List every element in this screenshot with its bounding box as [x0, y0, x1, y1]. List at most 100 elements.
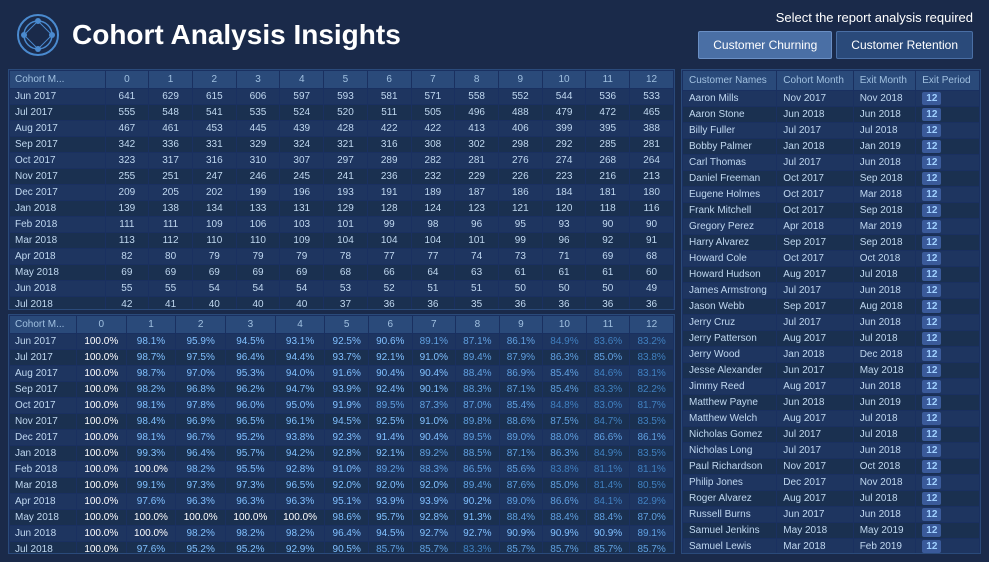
cohort-count-cell: 323 — [105, 153, 149, 169]
customer-col-header: Exit Month — [853, 71, 916, 91]
cohort-count-cell: 226 — [498, 169, 542, 185]
pct-value-cell: 98.2% — [126, 381, 176, 397]
cohort-count-cell: 55 — [149, 281, 193, 297]
cohort-count-cell: 52 — [367, 281, 411, 297]
cohort-count-cell: 113 — [105, 233, 149, 249]
cohort-count-cell: 92 — [586, 233, 630, 249]
tab-customer-churning[interactable]: Customer Churning — [698, 31, 832, 59]
list-item: Gregory PerezApr 2018Mar 201912 — [683, 219, 980, 235]
pct-col-header: 10 — [543, 315, 587, 333]
pct-value-cell: 81.1% — [586, 461, 630, 477]
pct-value-cell: 82.2% — [630, 381, 674, 397]
cohort-month-cell: May 2018 — [10, 265, 106, 281]
pct-value-cell: 83.8% — [630, 349, 674, 365]
cohort-count-cell: 77 — [367, 249, 411, 265]
cohort-count-cell: 281 — [630, 137, 674, 153]
exit-period-cell: 12 — [916, 395, 980, 411]
cohort-count-cell: 36 — [411, 297, 455, 310]
pct-col-header: 7 — [412, 315, 456, 333]
customer-name-cell: Jimmy Reed — [683, 379, 777, 395]
exit-month-cell: Jul 2018 — [853, 331, 916, 347]
cohort-count-cell: 308 — [411, 137, 455, 153]
cohort-count-table-container[interactable]: Cohort M...0123456789101112 Jun 20176416… — [8, 69, 675, 310]
cohort-pct-table: Cohort M...0123456789101112 Jun 2017100.… — [9, 315, 674, 555]
exit-period-cell: 12 — [916, 171, 980, 187]
pct-value-cell: 98.7% — [126, 349, 176, 365]
cohort-count-cell: 302 — [455, 137, 499, 153]
pct-value-cell: 96.5% — [275, 477, 325, 493]
cohort-count-cell: 50 — [542, 281, 586, 297]
cohort-count-cell: 241 — [324, 169, 368, 185]
cohort-count-cell: 91 — [630, 233, 674, 249]
customer-name-cell: Daniel Freeman — [683, 171, 777, 187]
pct-value-cell: 99.1% — [126, 477, 176, 493]
pct-value-cell: 86.3% — [543, 445, 587, 461]
pct-value-cell: 88.4% — [543, 509, 587, 525]
pct-value-cell: 98.2% — [176, 461, 226, 477]
exit-period-badge: 12 — [922, 236, 941, 249]
customer-table-container[interactable]: Customer NamesCohort MonthExit MonthExit… — [681, 69, 981, 554]
table-row: Feb 201811111110910610310199989695939090 — [10, 217, 674, 233]
cohort-count-cell: 205 — [149, 185, 193, 201]
cohort-month-cell: Nov 2017 — [10, 169, 106, 185]
cohort-count-cell: 106 — [236, 217, 280, 233]
cohort-count-cell: 61 — [542, 265, 586, 281]
pct-value-cell: 96.0% — [226, 397, 276, 413]
cohort-col-header: 5 — [324, 71, 368, 89]
pct-value-cell: 84.7% — [586, 413, 630, 429]
list-item: Aaron StoneJun 2018Jun 201812 — [683, 107, 980, 123]
cohort-month-cell: Nov 2017 — [777, 459, 853, 475]
pct-value-cell: 95.2% — [226, 429, 276, 445]
pct-value-cell: 99.3% — [126, 445, 176, 461]
cohort-col-header: 3 — [236, 71, 280, 89]
cohort-month-cell: Oct 2017 — [777, 187, 853, 203]
cohort-count-cell: 246 — [236, 169, 280, 185]
pct-col-header: 2 — [176, 315, 226, 333]
header: Cohort Analysis Insights Select the repo… — [0, 0, 989, 69]
cohort-pct-table-container[interactable]: Cohort M...0123456789101112 Jun 2017100.… — [8, 314, 675, 555]
pct-value-cell: 94.0% — [275, 365, 325, 381]
pct-month-cell: Jun 2018 — [10, 525, 77, 541]
exit-period-badge: 12 — [922, 204, 941, 217]
cohort-count-cell: 216 — [586, 169, 630, 185]
pct-value-cell: 94.5% — [325, 413, 369, 429]
table-row: May 2018100.0%100.0%100.0%100.0%100.0%98… — [10, 509, 674, 525]
exit-period-cell: 12 — [916, 187, 980, 203]
exit-period-cell: 12 — [916, 507, 980, 523]
pct-value-cell: 90.4% — [368, 365, 412, 381]
list-item: Carl ThomasJul 2017Jun 201812 — [683, 155, 980, 171]
pct-value-cell: 89.5% — [368, 397, 412, 413]
table-row: Dec 201720920520219919619319118918718618… — [10, 185, 674, 201]
exit-month-cell: Nov 2018 — [853, 91, 916, 107]
cohort-count-cell: 36 — [367, 297, 411, 310]
pct-value-cell: 90.9% — [586, 525, 630, 541]
pct-value-cell: 82.9% — [630, 493, 674, 509]
cohort-count-cell: 413 — [455, 121, 499, 137]
cohort-month-cell: Jul 2017 — [10, 105, 106, 121]
cohort-count-cell: 120 — [542, 201, 586, 217]
customer-name-cell: Matthew Payne — [683, 395, 777, 411]
table-row: Jun 2018100.0%100.0%98.2%98.2%98.2%96.4%… — [10, 525, 674, 541]
pct-value-cell: 87.6% — [499, 477, 543, 493]
exit-period-badge: 12 — [922, 316, 941, 329]
pct-value-cell: 85.4% — [543, 381, 587, 397]
pct-col-header: 4 — [275, 315, 325, 333]
pct-value-cell: 90.6% — [368, 333, 412, 349]
cohort-count-cell: 307 — [280, 153, 324, 169]
exit-period-cell: 12 — [916, 235, 980, 251]
exit-period-badge: 12 — [922, 508, 941, 521]
pct-value-cell: 96.1% — [275, 413, 325, 429]
cohort-count-cell: 54 — [236, 281, 280, 297]
cohort-count-cell: 69 — [280, 265, 324, 281]
exit-period-badge: 12 — [922, 428, 941, 441]
exit-period-badge: 12 — [922, 348, 941, 361]
cohort-month-cell: Nov 2017 — [777, 91, 853, 107]
cohort-count-cell: 629 — [149, 89, 193, 105]
table-row: Oct 201732331731631030729728928228127627… — [10, 153, 674, 169]
table-row: Oct 2017100.0%98.1%97.8%96.0%95.0%91.9%8… — [10, 397, 674, 413]
cohort-count-cell: 329 — [236, 137, 280, 153]
list-item: Matthew PayneJun 2018Jun 201912 — [683, 395, 980, 411]
tab-customer-retention[interactable]: Customer Retention — [836, 31, 973, 59]
table-row: May 201869696969696866646361616160 — [10, 265, 674, 281]
pct-value-cell: 88.4% — [456, 365, 500, 381]
